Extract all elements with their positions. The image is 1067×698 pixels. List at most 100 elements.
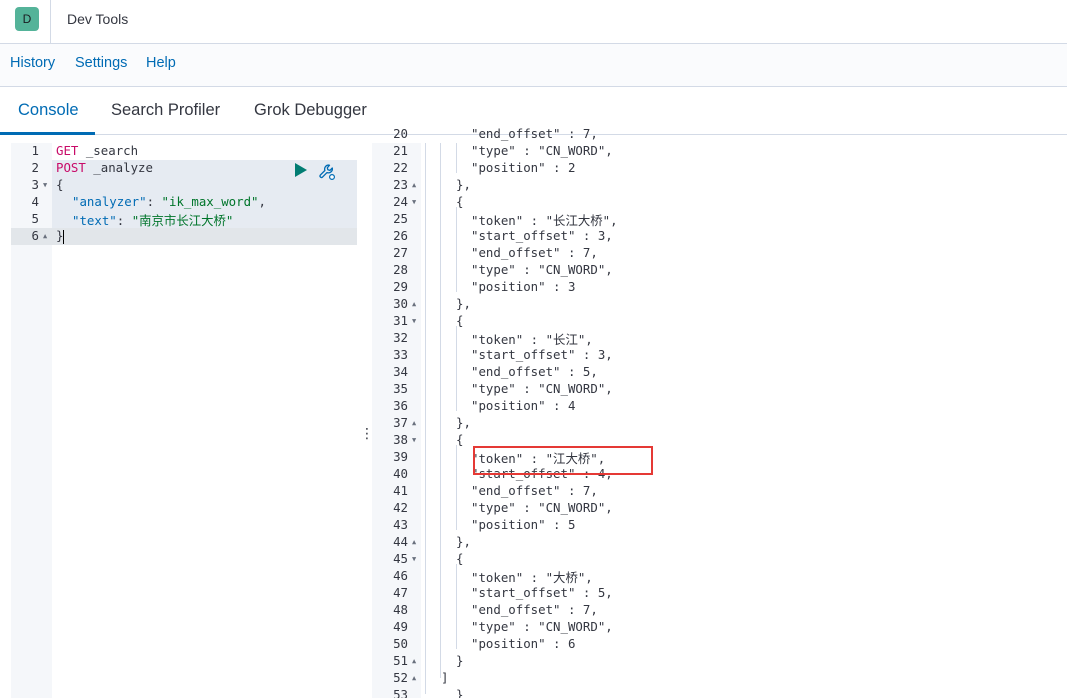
app-title: Dev Tools — [67, 11, 129, 27]
line-number: 2 — [31, 160, 39, 175]
response-line: "end_offset" : 7, — [471, 483, 598, 498]
indent-guide — [456, 326, 457, 411]
response-line: "end_offset" : 7, — [471, 126, 598, 141]
text-cursor — [63, 229, 65, 244]
response-line: "token" : "大桥", — [471, 570, 593, 585]
response-line: "type" : "CN_WORD", — [471, 143, 613, 158]
line-number: 49 — [393, 619, 408, 634]
response-line: "position" : 4 — [471, 398, 576, 413]
line-number: 20 — [393, 126, 408, 141]
response-line: }, — [456, 415, 471, 430]
response-line: "token" : "长江", — [471, 332, 593, 347]
line-number: 39 — [393, 449, 408, 464]
fold-arrow-icon[interactable]: ▲ — [412, 300, 416, 308]
indent-guide — [425, 143, 426, 694]
request-editor[interactable]: 1 2 3 ▼ 4 5 6 ▲ GET _search POST _analyz… — [11, 143, 357, 698]
line-number: 45 — [393, 551, 408, 566]
line-number: 6 — [31, 228, 39, 243]
response-line: "end_offset" : 7, — [471, 245, 598, 260]
space-avatar[interactable]: D — [15, 7, 39, 31]
line-number: 52 — [393, 670, 408, 685]
response-line: "type" : "CN_WORD", — [471, 500, 613, 515]
response-line: "type" : "CN_WORD", — [471, 262, 613, 277]
fold-arrow-icon[interactable]: ▲ — [412, 657, 416, 665]
request-gutter — [11, 143, 52, 698]
line-number: 32 — [393, 330, 408, 345]
response-line: "token" : "长江大桥", — [471, 213, 618, 228]
line-number: 22 — [393, 160, 408, 175]
line-number: 46 — [393, 568, 408, 583]
response-line: } — [456, 653, 464, 668]
code-line: "text": "南京市长江大桥" — [72, 211, 233, 229]
header-divider — [50, 0, 51, 44]
http-method: POST — [56, 160, 86, 175]
menu-history[interactable]: History — [10, 55, 55, 71]
json-value: "南京市长江大桥" — [131, 213, 234, 228]
line-number: 1 — [31, 143, 39, 158]
fold-arrow-icon[interactable]: ▲ — [412, 674, 416, 682]
fold-arrow-icon[interactable]: ▲ — [412, 538, 416, 546]
response-line: "token" : "江大桥", — [471, 451, 606, 466]
line-number: 21 — [393, 143, 408, 158]
line-number: 3 — [31, 177, 39, 192]
response-line: "start_offset" : 3, — [471, 347, 613, 362]
response-line: "position" : 3 — [471, 279, 576, 294]
code-line: "analyzer": "ik_max_word", — [72, 194, 266, 209]
fold-arrow-icon[interactable]: ▲ — [43, 232, 47, 240]
line-number: 40 — [393, 466, 408, 481]
indent-guide — [456, 564, 457, 649]
response-line: } — [456, 687, 464, 698]
fold-arrow-icon[interactable]: ▼ — [412, 436, 416, 444]
response-line: "type" : "CN_WORD", — [471, 619, 613, 634]
line-number: 48 — [393, 602, 408, 617]
tab-search-profiler[interactable]: Search Profiler — [111, 101, 220, 120]
menu-settings[interactable]: Settings — [75, 55, 127, 71]
response-line: { — [456, 551, 464, 566]
menu-help[interactable]: Help — [146, 55, 176, 71]
request-path: _search — [78, 143, 139, 158]
indent-guide — [456, 143, 457, 173]
response-line: }, — [456, 296, 471, 311]
fold-arrow-icon[interactable]: ▼ — [412, 317, 416, 325]
line-number: 28 — [393, 262, 408, 277]
response-line: "start_offset" : 5, — [471, 585, 613, 600]
code-line: POST _analyze — [56, 160, 153, 175]
active-tab-indicator — [0, 132, 95, 135]
response-line: "start_offset" : 3, — [471, 228, 613, 243]
wrench-icon[interactable] — [318, 163, 336, 181]
line-number: 38 — [393, 432, 408, 447]
fold-arrow-icon[interactable]: ▲ — [412, 181, 416, 189]
line-number: 26 — [393, 228, 408, 243]
line-number: 25 — [393, 211, 408, 226]
line-number: 43 — [393, 517, 408, 532]
response-line: "start_offset" : 4, — [471, 466, 613, 481]
json-value: "ik_max_word" — [161, 194, 259, 209]
json-key: "text" — [72, 213, 117, 228]
fold-arrow-icon[interactable]: ▼ — [412, 555, 416, 563]
response-line: "position" : 5 — [471, 517, 576, 532]
response-line: }, — [456, 534, 471, 549]
pane-resize-handle[interactable]: ⋮ — [360, 425, 374, 441]
indent-guide — [456, 445, 457, 530]
line-number: 36 — [393, 398, 408, 413]
tab-console[interactable]: Console — [18, 101, 79, 120]
code-line: { — [56, 177, 64, 192]
tab-grok-debugger[interactable]: Grok Debugger — [254, 101, 367, 120]
json-sep: : — [146, 194, 162, 209]
line-number: 35 — [393, 381, 408, 396]
fold-arrow-icon[interactable]: ▼ — [43, 181, 47, 189]
line-number: 47 — [393, 585, 408, 600]
run-request-icon[interactable] — [295, 163, 307, 177]
line-number: 29 — [393, 279, 408, 294]
fold-arrow-icon[interactable]: ▲ — [412, 419, 416, 427]
line-number: 42 — [393, 500, 408, 515]
response-viewer[interactable]: 20 "end_offset" : 7, 21 "type" : "CN_WORD",… — [372, 126, 1067, 698]
indent-guide — [440, 143, 441, 678]
response-line: "type" : "CN_WORD", — [471, 381, 613, 396]
code-line: GET _search — [56, 143, 138, 158]
fold-arrow-icon[interactable]: ▼ — [412, 198, 416, 206]
response-line: "position" : 6 — [471, 636, 576, 651]
line-number: 24 — [393, 194, 408, 209]
closing-brace: } — [56, 228, 64, 243]
json-end: , — [258, 194, 266, 209]
